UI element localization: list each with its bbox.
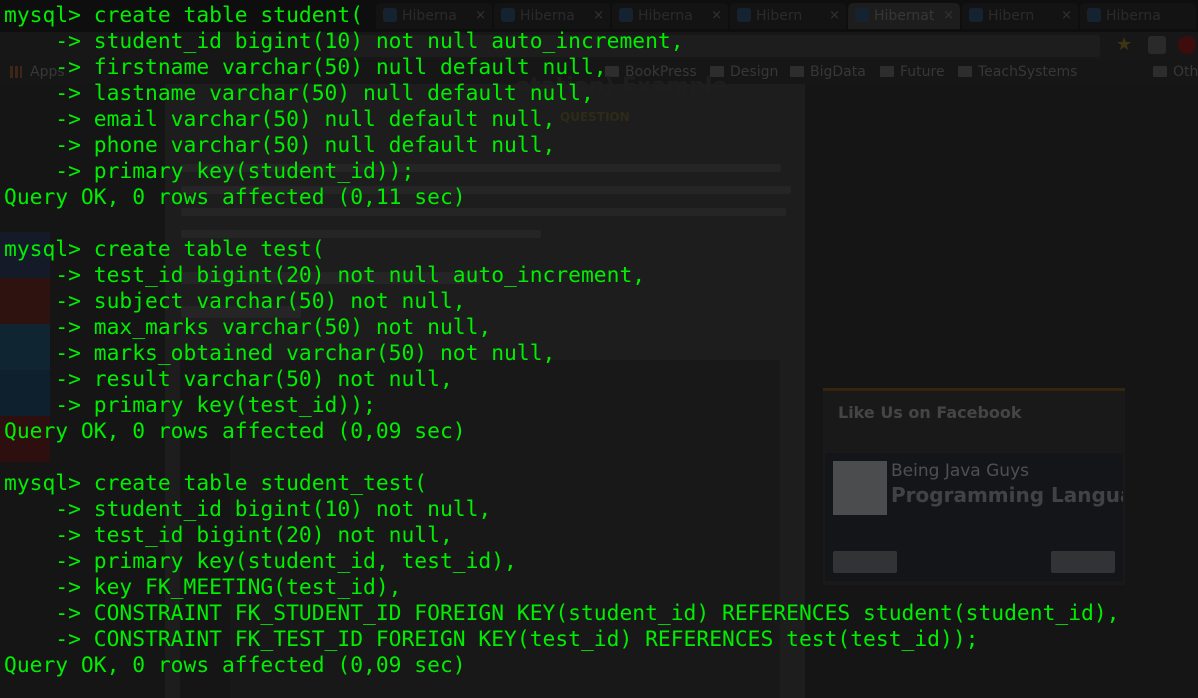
screen: Hiberna × Hiberna × Hiberna × Hibern × H… bbox=[0, 0, 1198, 698]
terminal-line: -> subject varchar(50) not null, bbox=[4, 289, 466, 314]
terminal-line: -> student_id bigint(10) not null auto_i… bbox=[4, 29, 684, 54]
terminal-line: mysql> create table student( bbox=[4, 3, 364, 28]
terminal-line: mysql> create table test( bbox=[4, 237, 325, 262]
terminal-line: -> email varchar(50) null default null, bbox=[4, 107, 556, 132]
terminal-line: -> phone varchar(50) null default null, bbox=[4, 133, 556, 158]
terminal-line: -> test_id bigint(20) not null, bbox=[4, 523, 453, 548]
terminal-line: -> firstname varchar(50) null default nu… bbox=[4, 55, 607, 80]
terminal-line: -> CONSTRAINT FK_TEST_ID FOREIGN KEY(tes… bbox=[4, 627, 979, 652]
terminal-line: -> lastname varchar(50) null default nul… bbox=[4, 81, 594, 106]
terminal-line: -> primary key(student_id)); bbox=[4, 159, 415, 184]
terminal-line: -> primary key(test_id)); bbox=[4, 393, 376, 418]
terminal-line: -> key FK_MEETING(test_id), bbox=[4, 575, 402, 600]
terminal-line: -> student_id bigint(10) not null, bbox=[4, 497, 492, 522]
terminal-line: mysql> create table student_test( bbox=[4, 471, 428, 496]
terminal-window[interactable]: mysql> create table student( -> student_… bbox=[0, 0, 1198, 698]
terminal-line: Query OK, 0 rows affected (0,09 sec) bbox=[4, 419, 466, 444]
terminal-line: Query OK, 0 rows affected (0,11 sec) bbox=[4, 185, 466, 210]
terminal-line: -> CONSTRAINT FK_STUDENT_ID FOREIGN KEY(… bbox=[4, 601, 1120, 626]
terminal-line: -> test_id bigint(20) not null auto_incr… bbox=[4, 263, 646, 288]
terminal-line: -> result varchar(50) not null, bbox=[4, 367, 453, 392]
terminal-line: Query OK, 0 rows affected (0,09 sec) bbox=[4, 653, 466, 678]
terminal-line: -> max_marks varchar(50) not null, bbox=[4, 315, 492, 340]
terminal-line: -> primary key(student_id, test_id), bbox=[4, 549, 517, 574]
terminal-line: -> marks_obtained varchar(50) not null, bbox=[4, 341, 556, 366]
